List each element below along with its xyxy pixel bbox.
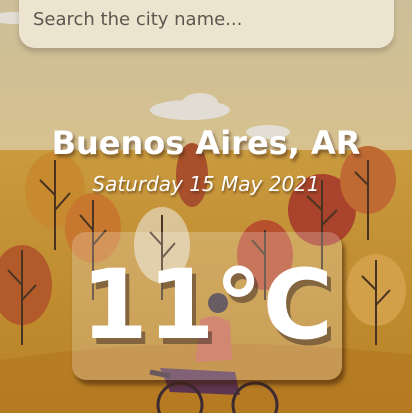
- city-name: Buenos Aires, AR: [51, 124, 361, 162]
- search-input[interactable]: [33, 4, 373, 34]
- search-bar: [19, 0, 394, 48]
- temperature-value: 11°C: [80, 249, 334, 361]
- date-label: Saturday 15 May 2021: [92, 172, 320, 196]
